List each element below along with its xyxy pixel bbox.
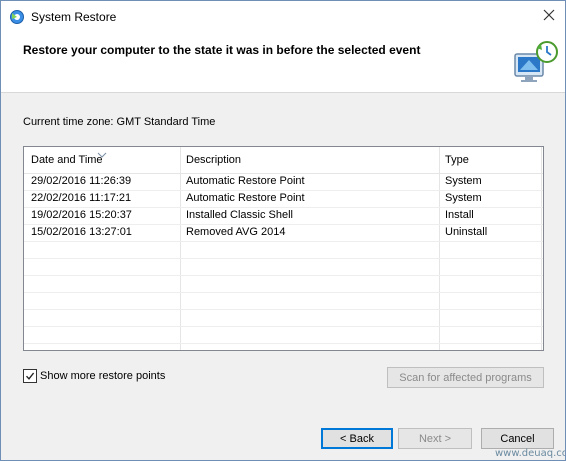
column-header-date[interactable]: Date and Time bbox=[31, 154, 103, 166]
list-header: Date and Time Description Type bbox=[24, 147, 543, 174]
system-restore-graphic-icon bbox=[511, 38, 561, 86]
watermark-text: www.deuaq.com bbox=[495, 448, 565, 459]
empty-row bbox=[24, 309, 543, 327]
close-icon bbox=[543, 8, 555, 26]
row-date: 15/02/2016 13:27:01 bbox=[31, 226, 132, 238]
restore-point-list[interactable]: Date and Time Description Type 29/02/201… bbox=[23, 146, 544, 351]
column-header-description[interactable]: Description bbox=[186, 154, 241, 166]
table-row[interactable]: 29/02/2016 11:26:39 Automatic Restore Po… bbox=[24, 173, 543, 191]
title-bar: System Restore bbox=[1, 1, 565, 33]
page-heading: Restore your computer to the state it wa… bbox=[23, 43, 421, 57]
table-row[interactable]: 22/02/2016 11:17:21 Automatic Restore Po… bbox=[24, 190, 543, 208]
row-date: 19/02/2016 15:20:37 bbox=[31, 209, 132, 221]
column-header-type[interactable]: Type bbox=[445, 154, 469, 166]
show-more-restore-points-checkbox[interactable]: Show more restore points bbox=[23, 368, 165, 384]
table-row[interactable]: 15/02/2016 13:27:01 Removed AVG 2014 Uni… bbox=[24, 224, 543, 242]
empty-row bbox=[24, 258, 543, 276]
sort-arrow-icon bbox=[97, 147, 107, 158]
show-more-label: Show more restore points bbox=[40, 370, 166, 382]
row-description: Automatic Restore Point bbox=[186, 192, 305, 204]
row-type: System bbox=[445, 192, 482, 204]
row-type: Install bbox=[445, 209, 474, 221]
row-description: Installed Classic Shell bbox=[186, 209, 293, 221]
row-date: 29/02/2016 11:26:39 bbox=[31, 175, 132, 187]
empty-row bbox=[24, 326, 543, 344]
checkmark-icon bbox=[25, 372, 35, 380]
system-restore-icon bbox=[9, 9, 25, 25]
back-button[interactable]: < Back bbox=[321, 428, 393, 449]
scan-affected-programs-button[interactable]: Scan for affected programs bbox=[387, 367, 544, 388]
row-type: Uninstall bbox=[445, 226, 488, 238]
row-description: Automatic Restore Point bbox=[186, 175, 305, 187]
table-row[interactable]: 19/02/2016 15:20:37 Installed Classic Sh… bbox=[24, 207, 543, 225]
row-date: 22/02/2016 11:17:21 bbox=[31, 192, 132, 204]
system-restore-window: System Restore Restore your computer to … bbox=[0, 0, 566, 461]
empty-row bbox=[24, 292, 543, 310]
row-description: Removed AVG 2014 bbox=[186, 226, 286, 238]
row-type: System bbox=[445, 175, 482, 187]
checkbox-box[interactable] bbox=[23, 369, 37, 383]
close-button[interactable] bbox=[535, 5, 563, 29]
empty-row bbox=[24, 275, 543, 293]
timezone-label: Current time zone: GMT Standard Time bbox=[23, 116, 216, 128]
window-title: System Restore bbox=[31, 10, 117, 24]
next-button[interactable]: Next > bbox=[398, 428, 472, 449]
cancel-button[interactable]: Cancel bbox=[481, 428, 554, 449]
wizard-header: Restore your computer to the state it wa… bbox=[1, 33, 565, 93]
empty-row bbox=[24, 241, 543, 259]
